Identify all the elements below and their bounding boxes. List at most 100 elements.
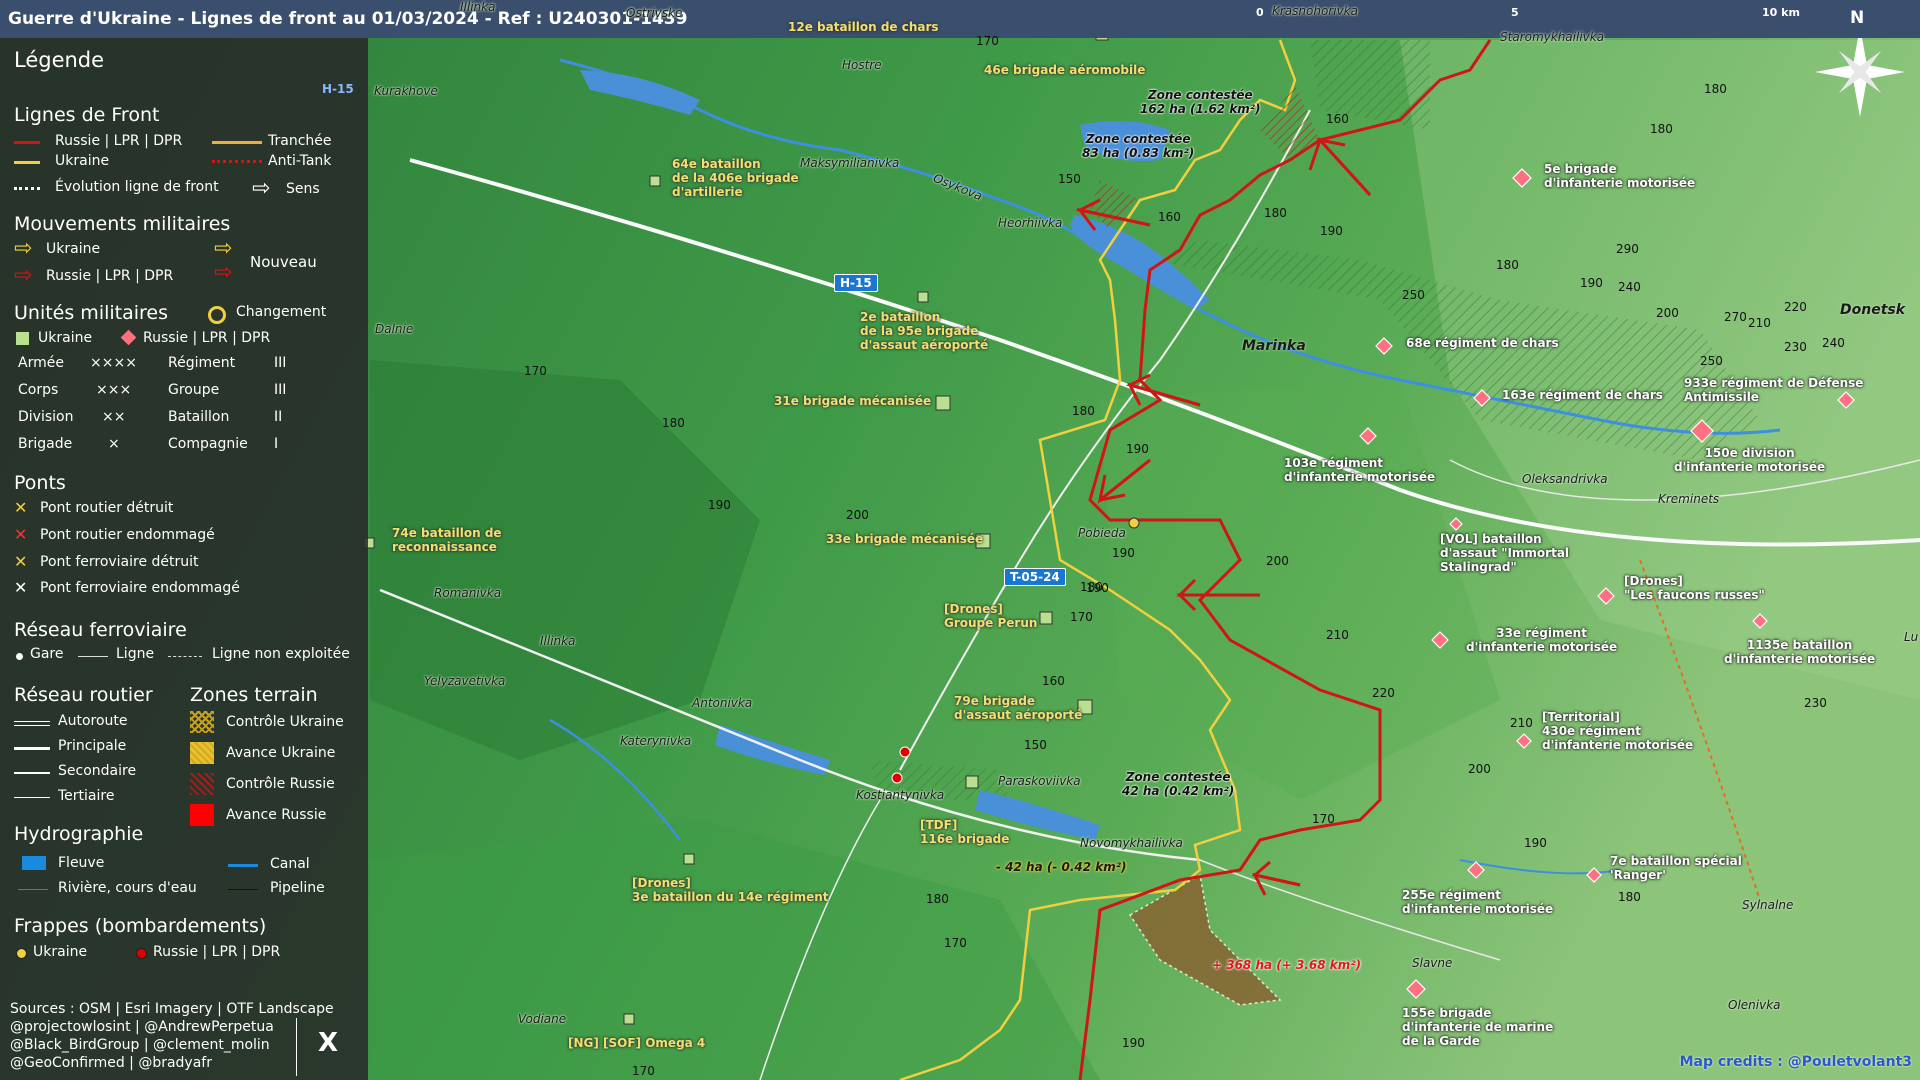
elevation-label: 190 (1112, 546, 1135, 560)
elevation-label: 230 (1784, 340, 1807, 354)
legend-rail-line: Ligne (116, 646, 155, 662)
town-label: Antonivka (692, 696, 753, 710)
elevation-label: 160 (1158, 210, 1181, 224)
legend-terrain-russia-advance: Avance Russie (226, 807, 327, 823)
elevation-label: 200 (1266, 554, 1289, 568)
trench-swatch (212, 140, 262, 145)
ukraine-unit-label: [TDF] 116e brigade (920, 818, 1010, 846)
legend-echelon-army-symbol: ×××× (90, 355, 137, 371)
legend-echelon-group: Groupe (168, 382, 220, 398)
town-label: Illinka (460, 0, 496, 14)
town-label: Lu (1904, 630, 1919, 644)
road-shield-t0524: T-05-24 (1004, 568, 1066, 586)
ukraine-unit-label: 64e bataillon de la 406e brigade d'artil… (672, 157, 799, 199)
scalebar-tick-0: 0 (1256, 6, 1264, 19)
road-bridge-damaged-icon: ✕ (14, 525, 28, 544)
strike-russia-2 (891, 772, 903, 784)
ukraine-unit-label: [Drones] Groupe Perun (944, 602, 1038, 630)
legend-echelon-division: Division (18, 409, 74, 425)
ukraine-unit-label: 12e bataillon de chars (788, 20, 939, 34)
town-label: Romanivka (434, 586, 502, 600)
elevation-label: 180 (926, 892, 949, 906)
town-label: Vodiane (518, 1012, 567, 1026)
legend-echelon-regiment: Régiment (168, 355, 236, 371)
elevation-label: 210 (1748, 316, 1771, 330)
town-label: Pobieda (1078, 526, 1126, 540)
contested-zone-label: Zone contestée 83 ha (0.83 km²) (1082, 132, 1195, 160)
elevation-label: 190 (1320, 224, 1343, 238)
town-label: Kostiantynivka (856, 788, 945, 802)
scalebar-tick-5: 5 (1511, 6, 1519, 19)
legend-movement-russia: Russie | LPR | DPR (46, 268, 174, 284)
antitank-swatch (212, 160, 262, 163)
legend-road-highway: Autoroute (58, 713, 128, 729)
russia-unit-label: 163e régiment de chars (1502, 388, 1663, 402)
elevation-label: 190 (708, 498, 731, 512)
legend-echelon-corps-symbol: ××× (96, 382, 132, 398)
legend-antitank: Anti-Tank (268, 153, 332, 169)
legend-panel: Légende Lignes de Front Russie | LPR | D… (0, 38, 368, 1080)
legend-terrain-ukraine-advance: Avance Ukraine (226, 745, 336, 761)
legend-evolution: Évolution ligne de front (55, 179, 219, 195)
legend-echelon-army: Armée (18, 355, 64, 371)
strike-ukraine-icon (16, 948, 27, 959)
legend-road-main: Principale (58, 738, 127, 754)
scalebar-tick-10: 10 km (1762, 6, 1800, 19)
legend-hydro-pipeline: Pipeline (270, 880, 325, 896)
canal-swatch (228, 864, 258, 867)
tertiary-road-swatch (14, 797, 50, 798)
elevation-label: 160 (1042, 674, 1065, 688)
legend-title: Légende (14, 48, 105, 72)
ukraine-unit-label: 33e brigade mécanisée (826, 532, 984, 546)
road-bridge-destroyed-icon: ✕ (14, 498, 28, 517)
sources-line-1: Sources : OSM | Esri Imagery | OTF Lands… (10, 1001, 334, 1017)
russia-line-swatch (14, 141, 40, 144)
elevation-label: 170 (632, 1064, 655, 1078)
highway-swatch (14, 721, 50, 726)
elevation-label: 290 (1616, 242, 1639, 256)
legend-rail-unused: Ligne non exploitée (212, 646, 350, 662)
elevation-label: 170 (524, 364, 547, 378)
rail-unused-swatch (168, 656, 202, 657)
elevation-label: 200 (846, 508, 869, 522)
ukraine-unit-label: 46e brigade aéromobile (984, 63, 1146, 77)
russia-unit-label: [VOL] bataillon d'assaut "Immortal Stali… (1440, 532, 1570, 574)
map-credits: Map credits : @Pouletvolant3 (1679, 1054, 1912, 1070)
legend-direction: Sens (286, 181, 320, 197)
town-label: Marinka (1242, 338, 1306, 354)
legend-echelon-company-symbol: I (274, 436, 279, 452)
strike-ukraine-1 (1128, 517, 1140, 529)
x-logo-icon[interactable]: X (318, 1028, 338, 1058)
legend-movement-new: Nouveau (250, 253, 317, 271)
russia-unit-label: 5e brigade d'infanterie motorisée (1544, 162, 1696, 190)
russia-control-swatch (190, 773, 214, 795)
road-shield-h15: H-15 (834, 274, 878, 292)
legend-trench: Tranchée (268, 133, 332, 149)
russia-unit-label: 7e bataillon spécial 'Ranger' (1610, 854, 1742, 882)
elevation-label: 190 (1524, 836, 1547, 850)
town-label: Krasnohorivka (1272, 4, 1358, 18)
legend-hydro-title: Hydrographie (14, 823, 144, 845)
legend-bridge-1: Pont routier détruit (40, 500, 174, 516)
elevation-label: 240 (1618, 280, 1641, 294)
town-label: Heorhiivka (998, 216, 1063, 230)
elevation-label: 200 (1468, 762, 1491, 776)
elevation-label: 250 (1700, 354, 1723, 368)
secondary-road-swatch (14, 772, 50, 774)
elevation-label: 180 (1496, 258, 1519, 272)
elevation-label: 190 (1122, 1036, 1145, 1050)
ukraine-unit-square-icon (16, 332, 29, 345)
legend-units-change: Changement (236, 304, 327, 320)
main-road-swatch (14, 747, 50, 750)
sources-line-4: @GeoConfirmed | @bradyafr (10, 1055, 212, 1071)
ukraine-unit-label: [Drones] 3e bataillon du 14e régiment (632, 876, 829, 904)
legend-strikes-title: Frappes (bombardements) (14, 915, 267, 937)
legend-echelon-regiment-symbol: III (274, 355, 287, 371)
russia-unit-label: 150e division d'infanterie motorisée (1674, 446, 1826, 474)
legend-echelon-brigade-symbol: × (108, 436, 120, 452)
elevation-label: 150 (1058, 172, 1081, 186)
elevation-label: 240 (1822, 336, 1845, 350)
strike-russia-1 (899, 746, 911, 758)
russia-unit-label: 103e régiment d'infanterie motorisée (1284, 456, 1436, 484)
town-label: Illinka (540, 634, 576, 648)
